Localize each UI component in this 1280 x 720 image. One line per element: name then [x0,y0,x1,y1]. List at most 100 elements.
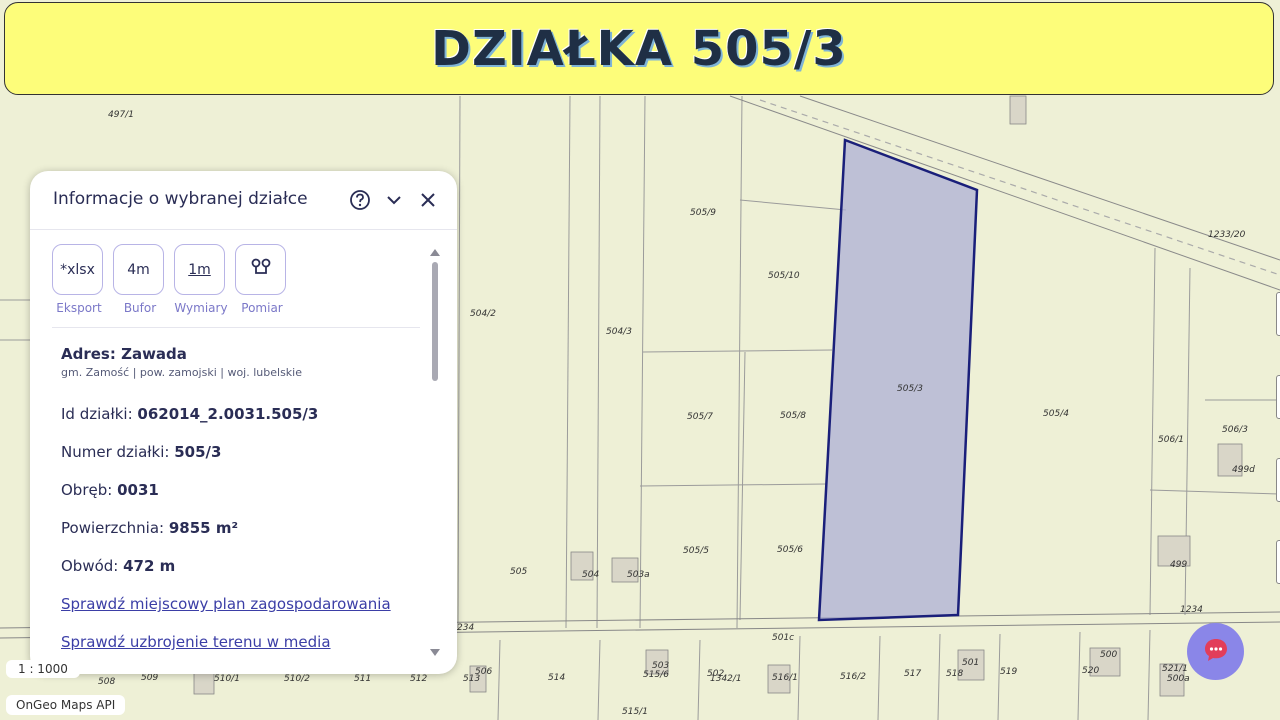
precinct-row: Obręb: 0031 [61,481,159,499]
parcel-number-row: Numer działki: 505/3 [61,443,221,461]
chat-button[interactable] [1187,623,1244,680]
zoning-plan-link[interactable]: Sprawdź miejscowy plan zagospodarowania [61,595,391,613]
chat-bubble-icon [1201,635,1231,669]
dimensions-button[interactable]: 1m [174,244,225,295]
pin-route-icon [250,257,272,283]
close-icon[interactable] [417,189,439,211]
row-value: 062014_2.0031.505/3 [137,405,319,423]
parcel-label: 512 [410,674,427,684]
parcel-label: 513 [463,674,480,684]
side-tab[interactable] [1276,292,1280,336]
parcel-label: 501c [772,633,794,643]
parcel-label: 500a [1167,674,1190,684]
parcel-label: 505/5 [683,546,709,556]
parcel-label: 499d [1232,465,1255,475]
scroll-down-arrow[interactable] [430,649,440,656]
parcel-label: 509 [141,673,158,683]
row-label: Numer działki: [61,443,175,461]
panel-header: Informacje o wybranej działce [30,171,457,230]
row-label: Powierzchnia: [61,519,169,537]
divider [52,327,420,328]
ruler-icon: 1m [188,261,211,278]
parcel-label: 505/6 [777,545,803,555]
parcel-label: 519 [1000,667,1017,677]
parcel-label: 1233/20 [1208,230,1246,240]
parcel-label: 499 [1170,560,1187,570]
scroll-up-arrow[interactable] [430,249,440,256]
parcel-label: 516/2 [840,672,866,682]
scrollbar-thumb[interactable] [432,262,438,381]
help-icon[interactable] [349,189,371,211]
parcel-label: 505/4 [1043,409,1069,419]
parcel-label: 504/3 [606,327,632,337]
parcel-info-panel: Informacje o wybranej działce *xlsx Eksp… [30,171,457,674]
row-value: 9855 m² [168,519,239,537]
selected-parcel-505-3[interactable] [817,138,979,622]
row-value: 505/3 [174,443,222,461]
parcel-label: 505/8 [780,411,806,421]
parcel-label: 505/3 [897,384,923,394]
export-tool[interactable]: *xlsx Eksport [52,244,106,315]
row-value: 0031 [117,481,159,499]
tool-label: Pomiar [241,301,283,315]
export-button[interactable]: *xlsx [52,244,103,295]
row-value: 472 m [123,557,176,575]
measure-tool[interactable]: Pomiar [235,244,289,315]
parcel-label: 515/6 [643,670,669,680]
map-scale: 1 : 1000 [6,660,80,678]
parcel-label: 506/3 [1222,425,1248,435]
tool-row: *xlsx Eksport 4m Bufor 1m Wymiary Pomiar [52,244,422,316]
tool-label: Wymiary [174,301,228,315]
tool-label: Bufor [123,301,157,315]
title-banner: DZIAŁKA 505/3 [4,2,1274,95]
map-credit[interactable]: OnGeo Maps API [6,695,126,715]
parcel-label: 504/2 [470,309,496,319]
side-tab[interactable] [1276,458,1280,502]
parcel-label: 501 [962,658,979,668]
parcel-label: 505/7 [687,412,713,422]
perimeter-row: Obwód: 472 m [61,557,175,575]
address-title: Adres: Zawada [61,345,187,363]
row-label: Id działki: [61,405,138,423]
parcel-label: 234 [457,623,474,633]
panel-title: Informacje o wybranej działce [53,189,308,209]
parcel-id-row: Id działki: 062014_2.0031.505/3 [61,405,318,423]
parcel-label: 505/10 [768,271,800,281]
utilities-link[interactable]: Sprawdź uzbrojenie terenu w media [61,633,331,651]
parcel-label: 1234 [1180,605,1203,615]
parcel-label: 510/2 [284,674,310,684]
buffer-button[interactable]: 4m [113,244,164,295]
parcel-label: 518 [946,669,963,679]
parcel-label: 511 [354,674,371,684]
parcel-label: 517 [904,669,921,679]
parcel-label: 510/1 [214,674,240,684]
tool-label: Eksport [56,301,102,315]
side-tab[interactable] [1276,375,1280,419]
parcel-label: 506/1 [1158,435,1184,445]
side-tab[interactable] [1276,540,1280,584]
parcel-label: 514 [548,673,565,683]
parcel-label: 508 [98,677,115,687]
measure-button[interactable] [235,244,286,295]
dimensions-tool[interactable]: 1m Wymiary [174,244,228,315]
parcel-label: 521/1 [1162,664,1188,674]
banner-title: DZIAŁKA 505/3 [431,20,847,77]
parcel-label: 497/1 [108,110,134,120]
parcel-label: 520 [1082,666,1099,676]
parcel-label: 500 [1100,650,1117,660]
row-label: Obręb: [61,481,118,499]
parcel-label: 515/1 [622,707,648,717]
parcel-label: 503a [627,570,650,580]
area-row: Powierzchnia: 9855 m² [61,519,238,537]
parcel-label: 516/1 [772,673,798,683]
chevron-down-icon[interactable] [383,189,405,211]
parcel-label: 505 [510,567,527,577]
row-label: Obwód: [61,557,124,575]
address-subtitle: gm. Zamość | pow. zamojski | woj. lubels… [61,366,302,379]
parcel-label: 504 [582,570,599,580]
buffer-icon: 4m [127,261,150,278]
parcel-label: 505/9 [690,208,716,218]
xlsx-icon: *xlsx [60,261,95,278]
buffer-tool[interactable]: 4m Bufor [113,244,167,315]
parcel-label: 1342/1 [710,674,742,684]
